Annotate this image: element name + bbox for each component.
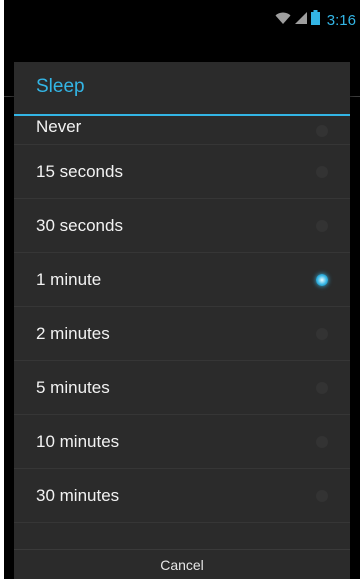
radio-button[interactable] xyxy=(316,124,328,137)
option-label: 2 minutes xyxy=(36,323,110,343)
status-time: 3:16 xyxy=(326,11,356,29)
cancel-label: Cancel xyxy=(160,557,204,573)
radio-button[interactable] xyxy=(316,165,328,178)
option-5-minutes[interactable]: 5 minutes xyxy=(14,361,350,415)
option-never[interactable]: Never xyxy=(14,117,350,145)
status-icons: 3:16 xyxy=(275,10,356,30)
option-2-minutes[interactable]: 2 minutes xyxy=(14,307,350,361)
wifi-icon xyxy=(275,11,291,30)
signal-icon xyxy=(294,11,308,30)
title-divider xyxy=(14,114,350,116)
option-label: 5 minutes xyxy=(36,377,110,397)
radio-button[interactable] xyxy=(316,219,328,232)
option-15-seconds[interactable]: 15 seconds xyxy=(14,145,350,199)
status-bar: 3:16 xyxy=(4,0,360,38)
option-label: 10 minutes xyxy=(36,431,120,451)
option-label: 30 seconds xyxy=(36,215,123,235)
sleep-dialog: Sleep Never 15 seconds 30 seconds 1 minu… xyxy=(14,62,350,579)
radio-button[interactable] xyxy=(316,327,328,340)
option-label: Never xyxy=(36,117,82,136)
option-label: 30 minutes xyxy=(36,485,120,505)
dialog-title: Sleep xyxy=(36,76,85,97)
option-30-minutes[interactable]: 30 minutes xyxy=(14,469,350,523)
battery-icon xyxy=(310,10,320,30)
sleep-options-list: Never 15 seconds 30 seconds 1 minute 2 m… xyxy=(14,117,350,523)
radio-button-checked[interactable] xyxy=(316,273,328,286)
option-10-minutes[interactable]: 10 minutes xyxy=(14,415,350,469)
option-30-seconds[interactable]: 30 seconds xyxy=(14,199,350,253)
screen: 3:16 Sleep Never 15 seconds 30 seconds 1… xyxy=(4,0,360,579)
radio-button[interactable] xyxy=(316,435,328,448)
option-label: 15 seconds xyxy=(36,161,123,181)
cancel-button[interactable]: Cancel xyxy=(14,549,350,579)
option-1-minute[interactable]: 1 minute xyxy=(14,253,350,307)
radio-button[interactable] xyxy=(316,381,328,394)
option-label: 1 minute xyxy=(36,269,102,289)
radio-button[interactable] xyxy=(316,489,328,502)
